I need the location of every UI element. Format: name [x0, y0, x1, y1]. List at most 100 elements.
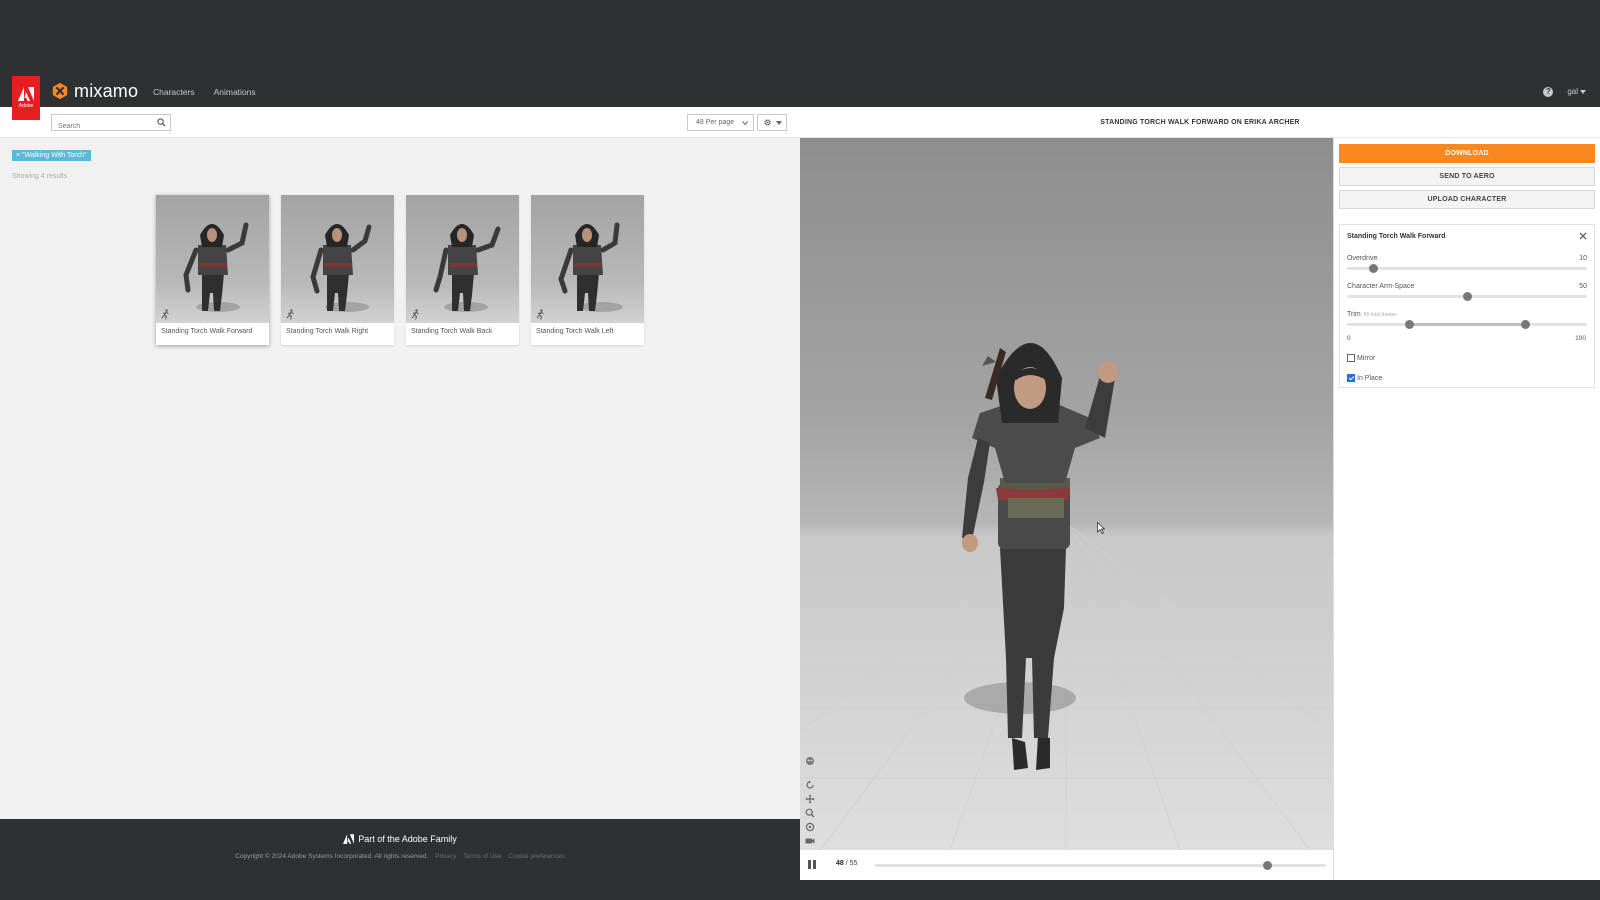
nav-characters[interactable]: Characters [153, 87, 195, 97]
animation-settings: Standing Torch Walk Forward Overdrive 10… [1339, 224, 1595, 388]
arm-space-label: Character Arm-Space [1347, 283, 1415, 290]
animation-thumbnail [531, 195, 644, 323]
caret-down-icon [1580, 89, 1586, 94]
overdrive-slider[interactable] [1347, 264, 1587, 273]
animation-thumbnail [281, 195, 394, 323]
timeline-scrubber[interactable] [875, 861, 1326, 870]
trim-range-slider[interactable] [1347, 320, 1587, 329]
results-toolbar: 48 Per page [0, 107, 800, 138]
trim-range-fill [1409, 323, 1525, 326]
animation-thumbnail [406, 195, 519, 323]
terms-link[interactable]: Terms of Use [463, 853, 501, 860]
mouse-cursor-icon [1097, 522, 1105, 534]
adobe-a-icon [343, 834, 355, 844]
help-icon[interactable]: ? [1543, 86, 1554, 97]
adobe-logo[interactable]: Adobe [12, 76, 40, 120]
privacy-link[interactable]: Privacy [435, 853, 456, 860]
footer: Part of the Adobe Family Copyright © 202… [0, 819, 800, 889]
user-name: gal [1567, 87, 1578, 96]
arm-space-value: 50 [1579, 283, 1587, 290]
per-page-value: 48 Per page [696, 119, 735, 126]
pause-button[interactable] [808, 860, 817, 869]
animation-card[interactable]: Standing Torch Walk Back [406, 195, 519, 345]
overdrive-value: 10 [1579, 255, 1587, 262]
viewport-scene [800, 343, 1333, 850]
arm-space-slider[interactable] [1347, 292, 1587, 301]
adobe-family: Part of the Adobe Family [0, 834, 800, 844]
mirror-label: Mirror [1357, 354, 1376, 362]
arm-space-slider-thumb[interactable] [1463, 292, 1472, 301]
animation-card-label: Standing Torch Walk Right [286, 328, 369, 335]
settings-dropdown[interactable] [757, 114, 787, 131]
in-place-checkbox[interactable] [1347, 374, 1355, 382]
bottom-strip [0, 880, 1600, 900]
running-figure-icon [411, 309, 419, 320]
mixamo-brand[interactable]: mixamo [51, 79, 138, 103]
results-panel: 48 Per page × "Walking With Torch" Showi… [0, 107, 800, 819]
rotate-icon[interactable] [805, 780, 815, 790]
animation-thumbnail [156, 195, 269, 323]
trim-label-text: Trim [1347, 311, 1361, 318]
character-preview [433, 224, 501, 312]
brand-name: mixamo [74, 80, 139, 101]
search-icon[interactable] [157, 118, 166, 127]
animation-card-label: Standing Torch Walk Forward [161, 328, 253, 335]
per-page-select[interactable]: 48 Per page [687, 114, 754, 131]
viewport-tools [805, 756, 815, 846]
cookie-link[interactable]: Cookie preferences [508, 853, 564, 860]
mixamo-logo-icon [52, 82, 68, 100]
timeline-knob[interactable] [1263, 861, 1273, 870]
trim-end-thumb[interactable] [1520, 320, 1530, 329]
filter-tag[interactable]: × "Walking With Torch" [12, 150, 91, 161]
animation-card[interactable]: Standing Torch Walk Right [281, 195, 394, 345]
caret-down-icon [775, 120, 782, 125]
copyright-text: Copyright © 2024 Adobe Systems Incorpora… [235, 853, 429, 860]
overdrive-label: Overdrive [1347, 255, 1378, 262]
app-header: Adobe mixamo Characters Animations ? gal [0, 76, 1600, 120]
frame-current: 48 [836, 860, 844, 867]
skeleton-icon[interactable] [805, 756, 815, 766]
upload-character-button[interactable]: UPLOAD CHARACTER [1339, 190, 1595, 209]
adobe-wordmark: Adobe [18, 103, 34, 109]
animation-card[interactable]: Standing Torch Walk Forward [156, 195, 269, 345]
user-menu[interactable]: gal [1567, 87, 1586, 96]
trim-min: 0 [1347, 335, 1351, 342]
frame-total: 55 [849, 860, 858, 867]
camera-icon[interactable] [805, 836, 815, 846]
animation-title: Standing Torch Walk Forward [1347, 233, 1446, 240]
animation-card[interactable]: Standing Torch Walk Left [531, 195, 644, 345]
trim-start-thumb[interactable] [1405, 320, 1415, 329]
adobe-family-text: Part of the Adobe Family [358, 834, 457, 844]
3d-viewport[interactable] [800, 138, 1333, 850]
character-preview [558, 222, 623, 312]
running-figure-icon [286, 309, 294, 320]
in-place-toggle[interactable]: In Place [1347, 374, 1382, 382]
pan-icon[interactable] [805, 794, 815, 804]
send-to-aero-button[interactable]: SEND TO AERO [1339, 167, 1595, 186]
main-nav: Characters Animations [153, 76, 256, 107]
viewer-header: STANDING TORCH WALK FORWARD ON ERIKA ARC… [800, 107, 1600, 138]
copyright: Copyright © 2024 Adobe Systems Incorpora… [0, 853, 800, 860]
top-band [0, 0, 1600, 76]
viewer-title: STANDING TORCH WALK FORWARD ON ERIKA ARC… [1100, 118, 1300, 126]
overdrive-slider-thumb[interactable] [1369, 264, 1379, 273]
header-right: ? gal [1543, 76, 1586, 107]
animation-grid: Standing Torch Walk Forward Standing Torc… [156, 195, 644, 345]
close-icon[interactable] [1579, 232, 1587, 240]
in-place-label: In Place [1357, 374, 1383, 382]
nav-animations[interactable]: Animations [214, 87, 256, 97]
mirror-toggle[interactable]: Mirror [1347, 354, 1375, 362]
download-button[interactable]: DOWNLOAD [1339, 144, 1595, 163]
focus-icon[interactable] [805, 822, 815, 832]
search-box [51, 114, 171, 134]
result-count: Showing 4 results [12, 173, 68, 180]
search-input[interactable] [52, 119, 152, 134]
gear-icon [763, 119, 771, 126]
chevron-down-icon [742, 120, 748, 125]
settings-panel: DOWNLOAD SEND TO AERO UPLOAD CHARACTER S… [1333, 138, 1600, 880]
mirror-checkbox[interactable] [1347, 354, 1355, 362]
pause-icon [808, 860, 811, 869]
frame-counter: 48 / 55 [836, 860, 858, 867]
animation-card-label: Standing Torch Walk Left [536, 328, 614, 335]
zoom-icon[interactable] [805, 808, 815, 818]
